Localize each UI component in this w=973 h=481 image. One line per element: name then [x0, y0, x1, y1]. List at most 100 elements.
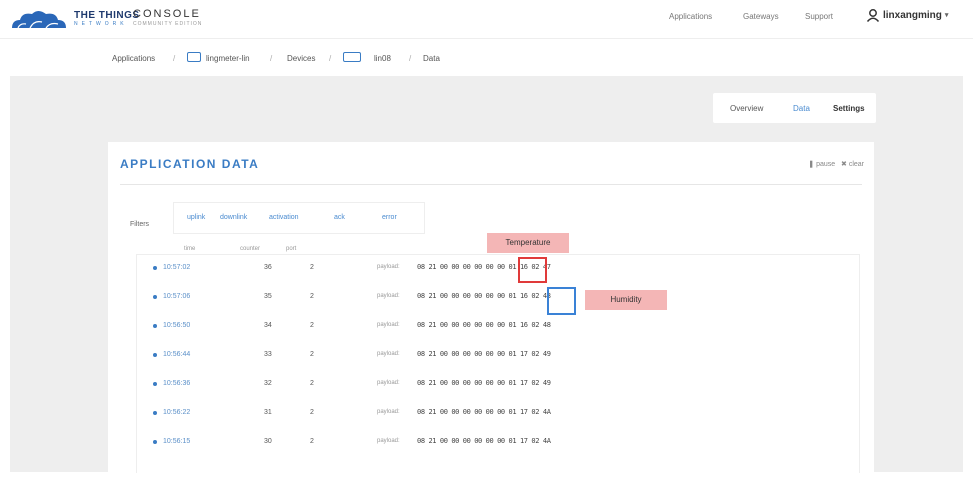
table-row[interactable]: 10:57:06 35 2 payload: 08 21 00 00 00 00… — [137, 284, 859, 313]
filters-bar: uplink downlink activation ack error — [173, 202, 425, 234]
console-title: CONSOLE COMMUNITY EDITION — [133, 9, 202, 27]
cloud-logo-icon — [12, 11, 66, 29]
uplink-dot-icon — [153, 382, 157, 386]
row-counter: 30 — [264, 438, 272, 445]
row-payload-label: payload: — [377, 380, 400, 386]
clear-icon[interactable]: ✖ — [841, 161, 847, 168]
row-time: 10:56:50 — [163, 322, 191, 329]
breadcrumb-separator: / — [329, 54, 332, 63]
breadcrumb-applications[interactable]: Applications — [112, 54, 155, 63]
pause-icon[interactable]: ❚ — [808, 161, 814, 168]
column-header-time: time — [184, 246, 196, 252]
row-time: 10:56:22 — [163, 409, 191, 416]
breadcrumb-device[interactable]: lin08 — [374, 54, 391, 63]
nav-gateways[interactable]: Gateways — [743, 12, 779, 21]
row-payload-label: payload: — [377, 409, 400, 415]
tab-settings[interactable]: Settings — [833, 104, 865, 113]
row-counter: 31 — [264, 409, 272, 416]
brand-name: THE THINGS — [74, 10, 140, 21]
content-area: Overview Data Settings APPLICATION DATA … — [10, 76, 963, 473]
row-payload-label: payload: — [377, 264, 400, 270]
filter-downlink[interactable]: downlink — [220, 214, 247, 221]
ttn-logo[interactable]: THE THINGS NETWORK — [10, 8, 140, 30]
application-data-card: APPLICATION DATA ❚ pause ✖ clear Filters… — [108, 142, 874, 473]
filter-activation[interactable]: activation — [269, 214, 299, 221]
table-row[interactable]: 10:56:44 33 2 payload: 08 21 00 00 00 00… — [137, 342, 859, 371]
humidity-highlight-box — [547, 287, 576, 315]
table-row[interactable]: 10:56:50 34 2 payload: 08 21 00 00 00 00… — [137, 313, 859, 342]
uplink-dot-icon — [153, 324, 157, 328]
table-row[interactable]: 10:57:02 36 2 payload: 08 21 00 00 00 00… — [137, 255, 859, 284]
row-payload: 08 21 00 00 00 00 00 00 01 16 02 48 — [417, 321, 551, 329]
uplink-dot-icon — [153, 440, 157, 444]
brand-network: NETWORK — [74, 21, 128, 27]
device-tabs: Overview Data Settings — [713, 93, 876, 123]
row-payload: 08 21 00 00 00 00 00 00 01 17 02 49 — [417, 350, 551, 358]
filters-label: Filters — [130, 221, 150, 228]
clear-button[interactable]: clear — [849, 161, 864, 168]
data-table: 10:57:02 36 2 payload: 08 21 00 00 00 00… — [136, 254, 860, 473]
breadcrumb-separator: / — [173, 54, 176, 63]
row-counter: 32 — [264, 380, 272, 387]
breadcrumb-separator: / — [409, 54, 412, 63]
filter-error[interactable]: error — [382, 214, 397, 221]
row-counter: 34 — [264, 322, 272, 329]
temperature-highlight-box — [518, 257, 547, 283]
console-subtitle: COMMUNITY EDITION — [133, 21, 203, 27]
breadcrumb-devices[interactable]: Devices — [287, 54, 315, 63]
console-label: CONSOLE — [133, 8, 201, 20]
row-port: 2 — [310, 380, 314, 387]
tab-data[interactable]: Data — [793, 104, 810, 113]
row-port: 2 — [310, 264, 314, 271]
row-time: 10:56:44 — [163, 351, 191, 358]
application-icon — [187, 52, 201, 62]
row-payload-label: payload: — [377, 438, 400, 444]
filter-ack[interactable]: ack — [334, 214, 345, 221]
uplink-dot-icon — [153, 295, 157, 299]
card-title: APPLICATION DATA — [120, 157, 260, 171]
row-time: 10:57:02 — [163, 264, 191, 271]
humidity-annotation: Humidity — [585, 290, 667, 310]
table-row[interactable]: 10:56:36 32 2 payload: 08 21 00 00 00 00… — [137, 371, 859, 400]
row-time: 10:56:36 — [163, 380, 191, 387]
breadcrumb-app[interactable]: lingmeter-lin — [206, 54, 250, 63]
row-port: 2 — [310, 438, 314, 445]
row-counter: 36 — [264, 264, 272, 271]
nav-support[interactable]: Support — [805, 12, 833, 21]
row-counter: 33 — [264, 351, 272, 358]
row-payload: 08 21 00 00 00 00 00 00 01 17 02 49 — [417, 379, 551, 387]
device-icon — [343, 52, 361, 62]
row-payload: 08 21 00 00 00 00 00 00 01 17 02 4A — [417, 408, 551, 416]
nav-applications[interactable]: Applications — [669, 12, 712, 21]
uplink-dot-icon — [153, 411, 157, 415]
table-row[interactable]: 10:56:22 31 2 payload: 08 21 00 00 00 00… — [137, 400, 859, 429]
column-header-counter: counter — [240, 246, 261, 252]
top-bar: THE THINGS NETWORK CONSOLE COMMUNITY EDI… — [0, 0, 973, 38]
row-counter: 35 — [264, 293, 272, 300]
row-payload-label: payload: — [377, 351, 400, 357]
user-name: linxangming — [883, 9, 942, 21]
table-row[interactable]: 10:56:15 30 2 payload: 08 21 00 00 00 00… — [137, 429, 859, 458]
column-header-port: port — [286, 246, 297, 252]
user-avatar-icon — [866, 9, 880, 22]
row-port: 2 — [310, 293, 314, 300]
card-actions: ❚ pause ✖ clear — [808, 160, 864, 168]
row-time: 10:56:15 — [163, 438, 191, 445]
row-port: 2 — [310, 409, 314, 416]
user-menu[interactable]: linxangming ▾ — [866, 8, 948, 22]
row-payload: 08 21 00 00 00 00 00 00 01 17 02 4A — [417, 437, 551, 445]
breadcrumb-separator: / — [270, 54, 273, 63]
row-payload-label: payload: — [377, 293, 400, 299]
row-payload-label: payload: — [377, 322, 400, 328]
pause-button[interactable]: pause — [816, 161, 835, 168]
filter-uplink[interactable]: uplink — [187, 214, 205, 221]
row-payload: 08 21 00 00 00 00 00 00 01 16 02 48 — [417, 292, 551, 300]
uplink-dot-icon — [153, 353, 157, 357]
uplink-dot-icon — [153, 266, 157, 270]
breadcrumb: Applications / lingmeter-lin / Devices /… — [0, 38, 973, 77]
breadcrumb-data[interactable]: Data — [423, 54, 440, 63]
row-port: 2 — [310, 351, 314, 358]
temperature-annotation: Temperature — [487, 233, 569, 253]
chevron-down-icon: ▾ — [944, 12, 949, 19]
tab-overview[interactable]: Overview — [730, 104, 763, 113]
